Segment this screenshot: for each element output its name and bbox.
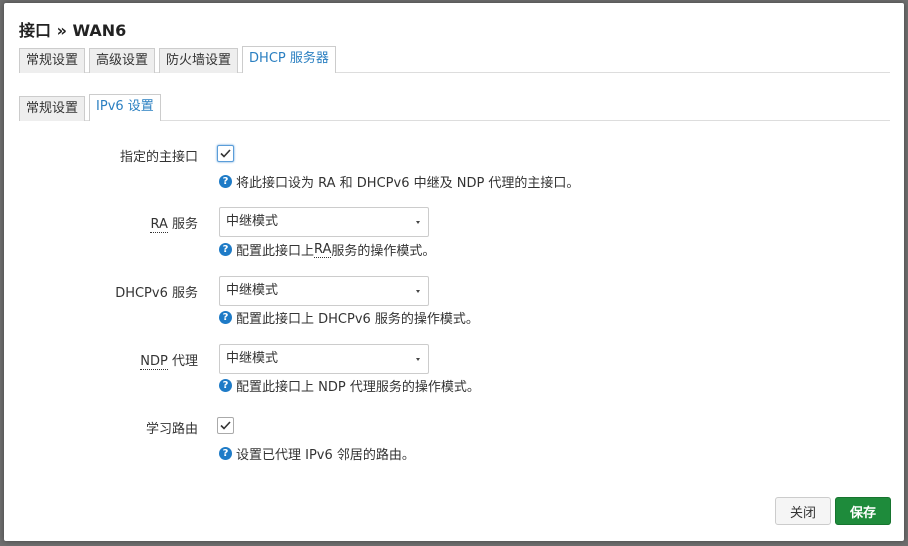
ra-label-rest: 服务 (167, 217, 198, 232)
master-label: 指定的主接口 (119, 150, 198, 165)
checkmark-icon (220, 149, 231, 158)
close-button[interactable]: 关闭 (775, 497, 831, 525)
learn-routes-checkbox[interactable] (217, 417, 234, 434)
dhcpv6-label: DHCPv6 服务 (115, 286, 198, 301)
save-button[interactable]: 保存 (835, 497, 891, 525)
dhcpv6-help: ? 配置此接口上 DHCPv6 服务的操作模式。 (219, 308, 479, 327)
ra-help-abbr: RA (314, 241, 332, 258)
help-icon: ? (219, 175, 232, 188)
help-icon: ? (219, 311, 232, 324)
ndp-proxy-value: 中继模式 (226, 351, 279, 366)
modal-dialog: 接口 » WAN6 常规设置 高级设置 防火墙设置 DHCP 服务器 常规设置 … (4, 3, 904, 541)
tab-dhcp-server[interactable]: DHCP 服务器 (242, 46, 336, 73)
caret-down-icon (416, 221, 420, 224)
subtab-ipv6[interactable]: IPv6 设置 (89, 94, 161, 121)
ra-abbr: RA (150, 217, 168, 233)
main-tabs: 常规设置 高级设置 防火墙设置 DHCP 服务器 (19, 46, 890, 73)
tab-firewall[interactable]: 防火墙设置 (159, 48, 239, 73)
help-icon: ? (219, 447, 232, 460)
master-help-text: 将此接口设为 RA 和 DHCPv6 中继及 NDP 代理的主接口。 (236, 176, 580, 191)
modal-title: 接口 » WAN6 (19, 21, 127, 40)
ndp-label-rest: 代理 (167, 354, 198, 369)
learn-routes-help-text: 设置已代理 IPv6 邻居的路由。 (236, 448, 415, 463)
learn-routes-help: ? 设置已代理 IPv6 邻居的路由。 (219, 444, 415, 463)
help-icon: ? (219, 243, 232, 256)
ndp-proxy-select[interactable]: 中继模式 (219, 344, 429, 374)
dhcpv6-service-select[interactable]: 中继模式 (219, 276, 429, 306)
checkmark-icon (220, 421, 231, 430)
sub-tabs: 常规设置 IPv6 设置 (19, 94, 890, 121)
master-help: ? 将此接口设为 RA 和 DHCPv6 中继及 NDP 代理的主接口。 (219, 172, 579, 191)
ndp-help: ? 配置此接口上 NDP 代理服务的操作模式。 (219, 376, 480, 395)
ndp-abbr: NDP (140, 354, 168, 370)
ra-help-post: 服务的操作模式。 (331, 244, 436, 259)
help-icon: ? (219, 379, 232, 392)
caret-down-icon (416, 290, 420, 293)
ndp-label: NDP 代理 (140, 350, 198, 370)
dhcpv6-service-value: 中继模式 (226, 283, 279, 298)
ndp-help-text: 配置此接口上 NDP 代理服务的操作模式。 (236, 380, 480, 395)
subtab-general[interactable]: 常规设置 (19, 96, 86, 121)
ra-help-pre: 配置此接口上 (236, 244, 315, 259)
tab-advanced[interactable]: 高级设置 (89, 48, 156, 73)
learn-routes-label: 学习路由 (145, 422, 198, 437)
ra-service-select[interactable]: 中继模式 (219, 207, 429, 237)
master-checkbox[interactable] (217, 145, 234, 162)
dhcpv6-help-text: 配置此接口上 DHCPv6 服务的操作模式。 (236, 312, 479, 327)
caret-down-icon (416, 358, 420, 361)
ra-service-value: 中继模式 (226, 214, 279, 229)
tab-general[interactable]: 常规设置 (19, 48, 86, 73)
ra-label: RA 服务 (150, 213, 198, 233)
ra-help: ? 配置此接口上 RA 服务的操作模式。 (219, 240, 435, 259)
